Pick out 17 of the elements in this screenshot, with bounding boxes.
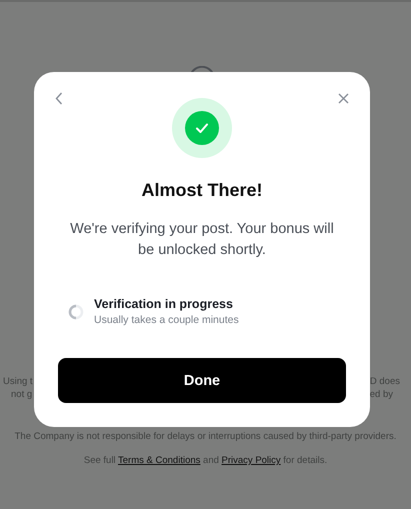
- done-button[interactable]: Done: [58, 358, 346, 403]
- back-icon[interactable]: [55, 92, 63, 105]
- dialog-message: We're verifying your post. Your bonus will be unlocked shortly.: [69, 220, 335, 260]
- status-title: Verification in progress: [94, 297, 234, 311]
- disclaimer-text: D does: [370, 376, 400, 387]
- status-subtitle: Usually takes a couple minutes: [94, 314, 239, 326]
- disclaimer-text: Using t: [3, 376, 33, 387]
- spinner-icon: [188, 66, 216, 74]
- dialog-title: Almost There!: [141, 180, 263, 201]
- legal-text: See full Terms & Conditions and Privacy Policy for details.: [82, 455, 328, 466]
- disclaimer-text: ed by: [370, 389, 393, 400]
- terms-link[interactable]: Terms & Conditions: [118, 455, 200, 466]
- close-icon[interactable]: [338, 93, 349, 104]
- spinner-icon: [68, 304, 84, 320]
- disclaimer-text: not g: [11, 389, 32, 400]
- notice-text: The Company is not responsible for delays or interruptions caused by third-party providers.: [14, 431, 398, 442]
- privacy-link[interactable]: Privacy Policy: [222, 455, 281, 466]
